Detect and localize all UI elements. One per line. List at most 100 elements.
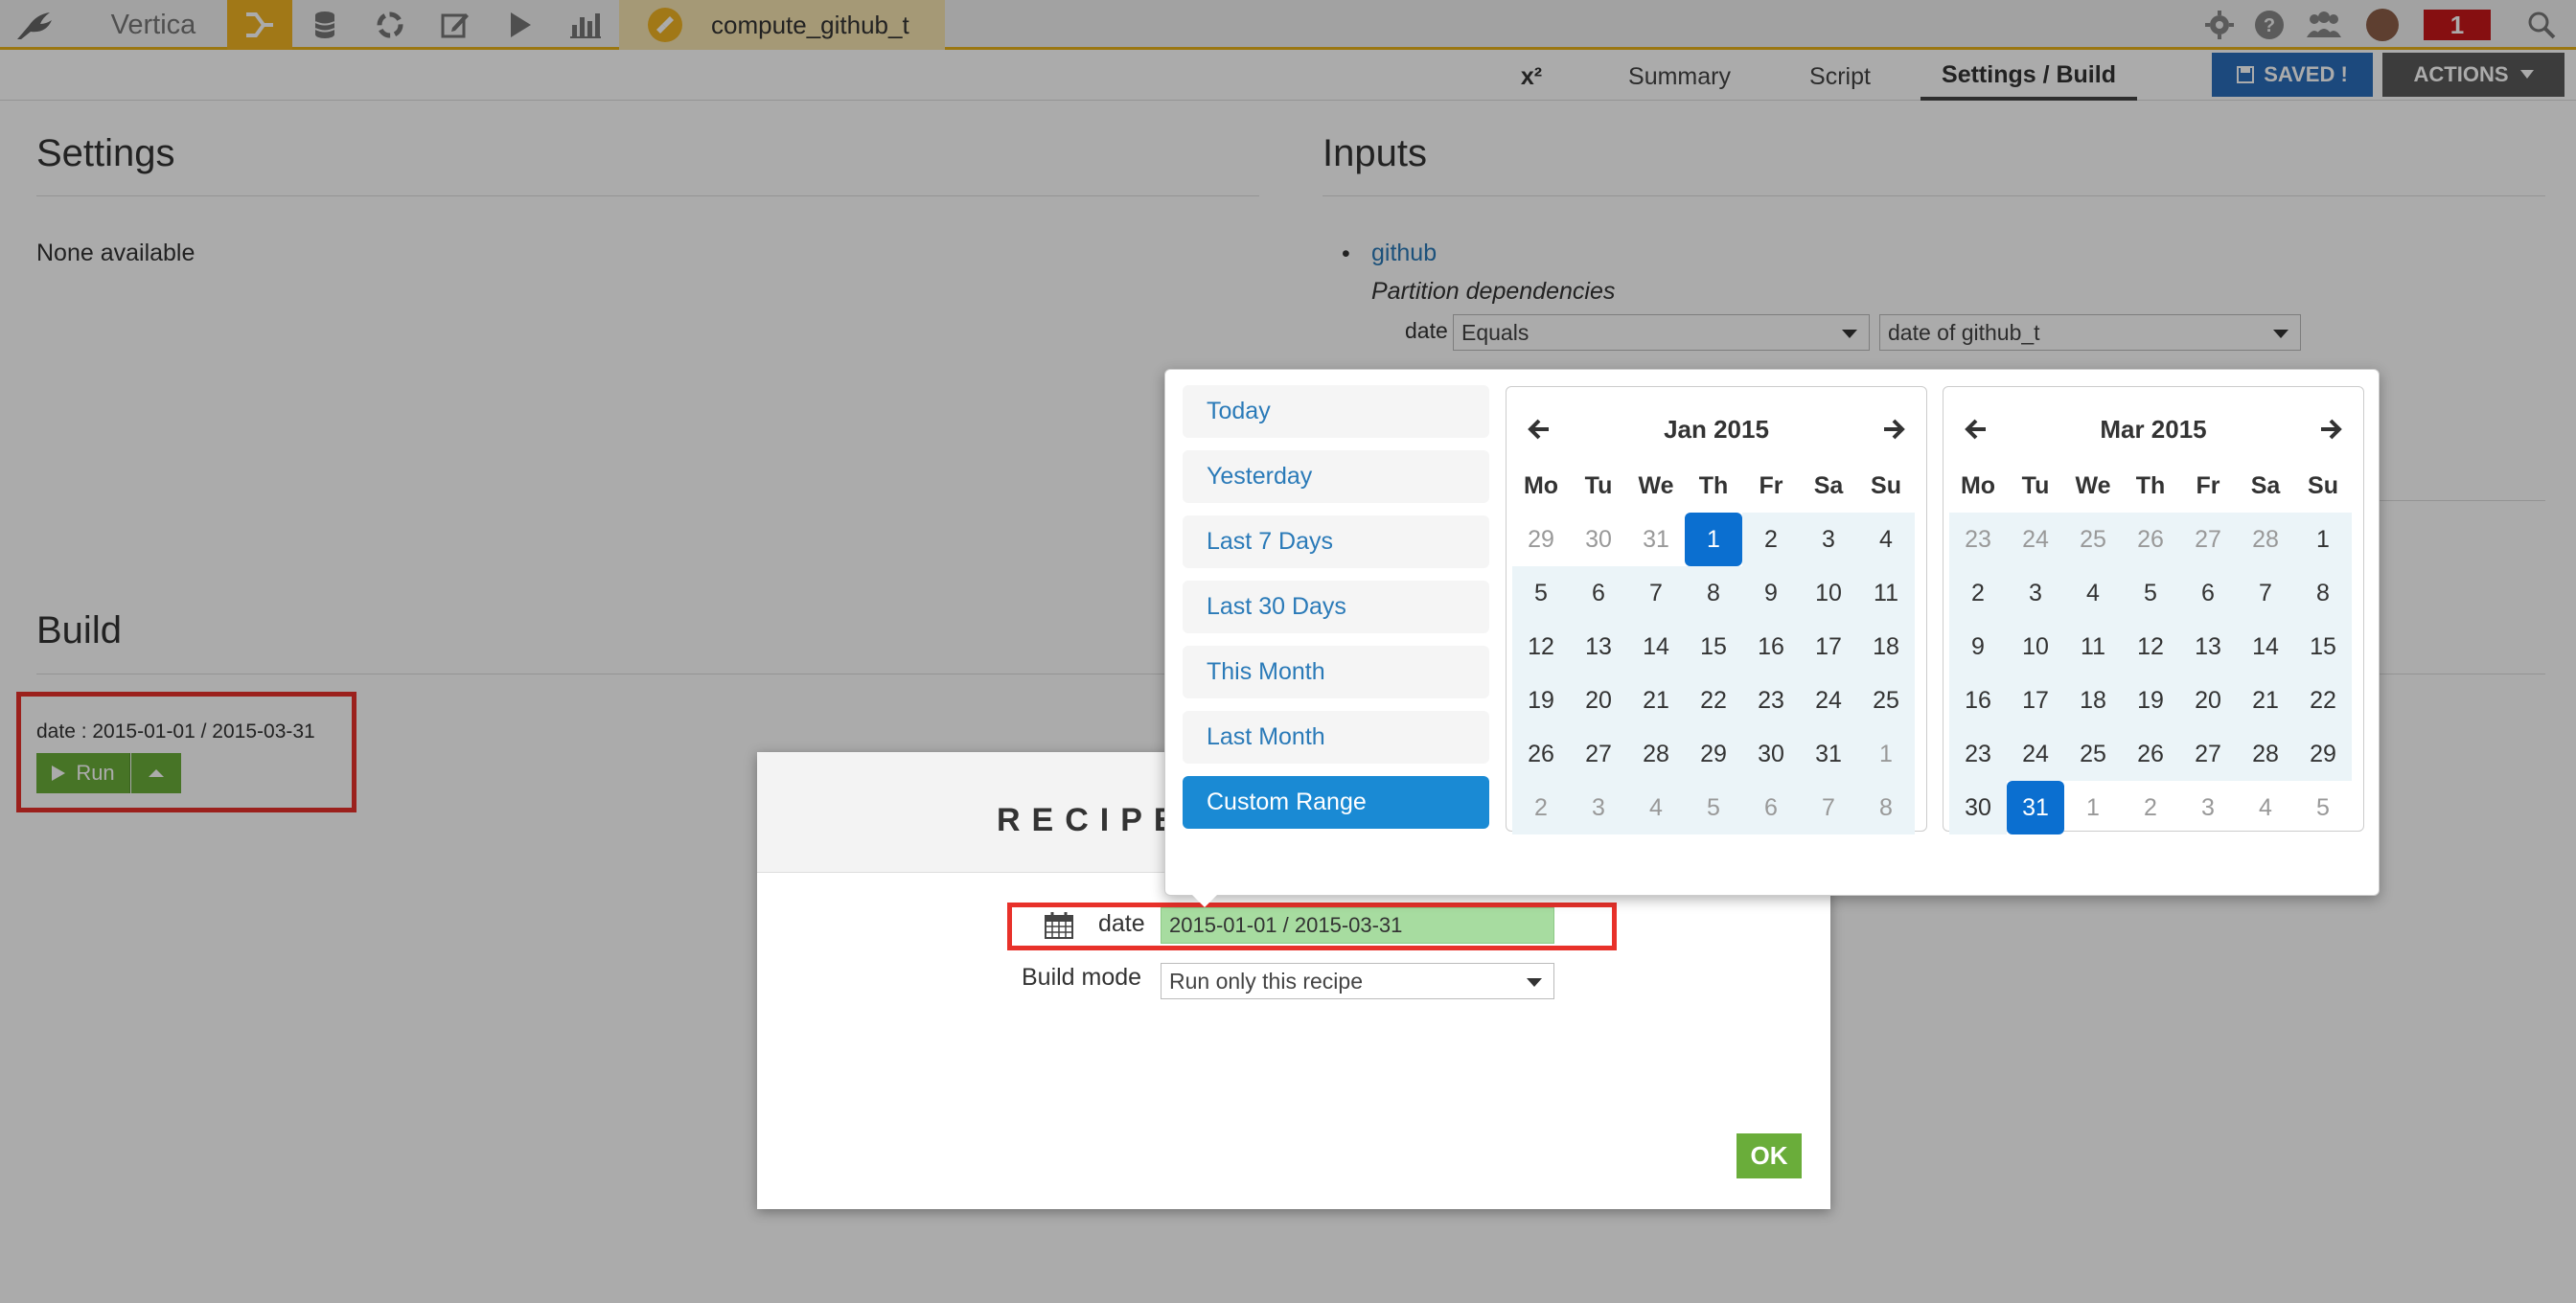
calendar-day[interactable]: 26 bbox=[2122, 727, 2179, 781]
calendar-day[interactable]: 14 bbox=[2237, 620, 2294, 674]
range-this-month[interactable]: This Month bbox=[1183, 646, 1489, 698]
calendar-day[interactable]: 4 bbox=[1857, 513, 1915, 566]
calendar-day[interactable]: 11 bbox=[2064, 620, 2122, 674]
calendar-day[interactable]: 6 bbox=[1742, 781, 1800, 834]
range-yesterday[interactable]: Yesterday bbox=[1183, 450, 1489, 503]
calendar-day[interactable]: 15 bbox=[1685, 620, 1742, 674]
calendar-day[interactable]: 10 bbox=[1800, 566, 1857, 620]
calendar-day[interactable]: 26 bbox=[2122, 513, 2179, 566]
calendar-day[interactable]: 17 bbox=[1800, 620, 1857, 674]
calendar-day[interactable]: 30 bbox=[1742, 727, 1800, 781]
calendar-day[interactable]: 3 bbox=[2179, 781, 2237, 834]
calendar-day[interactable]: 5 bbox=[2122, 566, 2179, 620]
calendar-day[interactable]: 7 bbox=[2237, 566, 2294, 620]
calendar-day[interactable]: 13 bbox=[1570, 620, 1627, 674]
build-mode-select[interactable]: Run only this recipe bbox=[1161, 963, 1554, 999]
calendar-day[interactable]: 26 bbox=[1512, 727, 1570, 781]
calendar-day[interactable]: 19 bbox=[2122, 674, 2179, 727]
calendar-day[interactable]: 20 bbox=[2179, 674, 2237, 727]
calendar-day[interactable]: 10 bbox=[2007, 620, 2064, 674]
calendar-day[interactable]: 2 bbox=[1742, 513, 1800, 566]
calendar-day[interactable]: 23 bbox=[1742, 674, 1800, 727]
calendar-day[interactable]: 9 bbox=[1949, 620, 2007, 674]
calendar-day[interactable]: 23 bbox=[1949, 513, 2007, 566]
range-custom[interactable]: Custom Range bbox=[1183, 776, 1489, 829]
calendar-day[interactable]: 18 bbox=[1857, 620, 1915, 674]
calendar-day[interactable]: 1 bbox=[2294, 513, 2352, 566]
calendar-day[interactable]: 3 bbox=[1800, 513, 1857, 566]
calendar-day[interactable]: 22 bbox=[1685, 674, 1742, 727]
calendar-day[interactable]: 6 bbox=[1570, 566, 1627, 620]
calendar-day[interactable]: 16 bbox=[1949, 674, 2007, 727]
calendar-day[interactable]: 3 bbox=[1570, 781, 1627, 834]
calendar-day[interactable]: 6 bbox=[2179, 566, 2237, 620]
date-label: date bbox=[1098, 910, 1145, 937]
calendar-day[interactable]: 15 bbox=[2294, 620, 2352, 674]
calendar-day[interactable]: 28 bbox=[2237, 727, 2294, 781]
range-last-7-days[interactable]: Last 7 Days bbox=[1183, 515, 1489, 568]
calendar-day[interactable]: 5 bbox=[1512, 566, 1570, 620]
arrow-right-icon[interactable] bbox=[2317, 416, 2344, 443]
calendar-day-selected[interactable]: 31 bbox=[2007, 781, 2064, 834]
calendar-day[interactable]: 8 bbox=[1685, 566, 1742, 620]
calendar-day[interactable]: 8 bbox=[1857, 781, 1915, 834]
calendar-day[interactable]: 25 bbox=[2064, 513, 2122, 566]
calendar-day[interactable]: 17 bbox=[2007, 674, 2064, 727]
calendar-day[interactable]: 21 bbox=[2237, 674, 2294, 727]
calendar-day[interactable]: 24 bbox=[2007, 727, 2064, 781]
calendar-day[interactable]: 2 bbox=[1949, 566, 2007, 620]
calendar-day[interactable]: 8 bbox=[2294, 566, 2352, 620]
calendar-day[interactable]: 4 bbox=[2064, 566, 2122, 620]
calendar-day[interactable]: 13 bbox=[2179, 620, 2237, 674]
calendar-day[interactable]: 7 bbox=[1800, 781, 1857, 834]
calendar-day[interactable]: 4 bbox=[1627, 781, 1685, 834]
calendar-day[interactable]: 18 bbox=[2064, 674, 2122, 727]
calendar-day[interactable]: 2 bbox=[2122, 781, 2179, 834]
calendar-day[interactable]: 9 bbox=[1742, 566, 1800, 620]
calendar-day[interactable]: 5 bbox=[1685, 781, 1742, 834]
weekday-header: Su bbox=[2308, 471, 2338, 499]
calendar-day[interactable]: 7 bbox=[1627, 566, 1685, 620]
calendar-day[interactable]: 19 bbox=[1512, 674, 1570, 727]
calendar-day[interactable]: 16 bbox=[1742, 620, 1800, 674]
calendar-day[interactable]: 29 bbox=[1512, 513, 1570, 566]
calendar-day[interactable]: 21 bbox=[1627, 674, 1685, 727]
calendar-day[interactable]: 25 bbox=[1857, 674, 1915, 727]
range-today[interactable]: Today bbox=[1183, 385, 1489, 438]
weekday-header: Th bbox=[1698, 471, 1729, 499]
calendar-day[interactable]: 2 bbox=[1512, 781, 1570, 834]
ok-button[interactable]: OK bbox=[1736, 1133, 1802, 1178]
calendar-day[interactable]: 23 bbox=[1949, 727, 2007, 781]
calendar-day[interactable]: 5 bbox=[2294, 781, 2352, 834]
calendar-day[interactable]: 27 bbox=[2179, 513, 2237, 566]
calendar-day[interactable]: 31 bbox=[1800, 727, 1857, 781]
calendar-day[interactable]: 29 bbox=[1685, 727, 1742, 781]
range-last-30-days[interactable]: Last 30 Days bbox=[1183, 581, 1489, 633]
calendar-day[interactable]: 22 bbox=[2294, 674, 2352, 727]
calendar-day-selected[interactable]: 1 bbox=[1685, 513, 1742, 566]
date-range-input[interactable]: 2015-01-01 / 2015-03-31 bbox=[1161, 907, 1554, 944]
calendar-day[interactable]: 3 bbox=[2007, 566, 2064, 620]
calendar-day[interactable]: 12 bbox=[2122, 620, 2179, 674]
calendar-day[interactable]: 28 bbox=[2237, 513, 2294, 566]
calendar-day[interactable]: 30 bbox=[1570, 513, 1627, 566]
range-last-month[interactable]: Last Month bbox=[1183, 711, 1489, 764]
calendar-day[interactable]: 27 bbox=[2179, 727, 2237, 781]
calendar-day[interactable]: 20 bbox=[1570, 674, 1627, 727]
calendar-icon[interactable] bbox=[1045, 912, 1073, 944]
calendar-day[interactable]: 11 bbox=[1857, 566, 1915, 620]
calendar-day[interactable]: 12 bbox=[1512, 620, 1570, 674]
calendar-day[interactable]: 25 bbox=[2064, 727, 2122, 781]
calendar-day[interactable]: 30 bbox=[1949, 781, 2007, 834]
calendar-day[interactable]: 24 bbox=[1800, 674, 1857, 727]
arrow-right-icon[interactable] bbox=[1880, 416, 1907, 443]
calendar-day[interactable]: 1 bbox=[2064, 781, 2122, 834]
calendar-day[interactable]: 24 bbox=[2007, 513, 2064, 566]
calendar-day[interactable]: 27 bbox=[1570, 727, 1627, 781]
calendar-day[interactable]: 31 bbox=[1627, 513, 1685, 566]
calendar-day[interactable]: 14 bbox=[1627, 620, 1685, 674]
calendar-day[interactable]: 1 bbox=[1857, 727, 1915, 781]
calendar-day[interactable]: 4 bbox=[2237, 781, 2294, 834]
calendar-day[interactable]: 29 bbox=[2294, 727, 2352, 781]
calendar-day[interactable]: 28 bbox=[1627, 727, 1685, 781]
